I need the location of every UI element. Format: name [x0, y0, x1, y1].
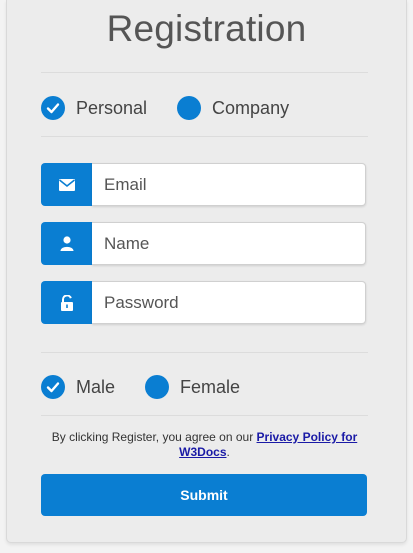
envelope-icon: [41, 163, 92, 206]
divider: [41, 136, 368, 137]
check-icon: [41, 375, 65, 399]
registration-card: Registration Personal Company Email Name…: [6, 0, 407, 543]
terms-text: By clicking Register, you agree on our P…: [41, 430, 368, 460]
user-icon: [41, 222, 92, 265]
password-input[interactable]: [92, 281, 366, 324]
radio-unchecked-icon: [145, 375, 170, 399]
terms-prefix: By clicking Register, you agree on our: [51, 430, 257, 444]
radio-personal[interactable]: Personal: [41, 96, 147, 120]
radio-label: Company: [212, 97, 290, 118]
radio-unchecked-icon: [177, 96, 202, 120]
terms-suffix: .: [226, 445, 230, 459]
radio-label: Female: [180, 376, 241, 397]
divider: [41, 72, 368, 73]
name-input[interactable]: [92, 222, 366, 265]
email-input[interactable]: [92, 163, 366, 206]
radio-label: Personal: [76, 97, 148, 118]
radio-male[interactable]: Male: [41, 375, 115, 399]
name-field: [41, 222, 366, 265]
radio-company[interactable]: Company: [177, 96, 289, 120]
divider: [41, 352, 368, 353]
divider: [41, 415, 368, 416]
radio-label: Male: [76, 376, 116, 397]
email-field: [41, 163, 366, 206]
check-icon: [41, 96, 65, 120]
form-title: Registration: [106, 8, 307, 49]
submit-button[interactable]: Submit: [41, 474, 367, 516]
account-type-group: Personal Company: [41, 96, 319, 120]
password-field: [41, 281, 366, 324]
lock-icon: [41, 281, 92, 324]
radio-female[interactable]: Female: [145, 375, 240, 399]
gender-group: Male Female: [41, 375, 270, 399]
